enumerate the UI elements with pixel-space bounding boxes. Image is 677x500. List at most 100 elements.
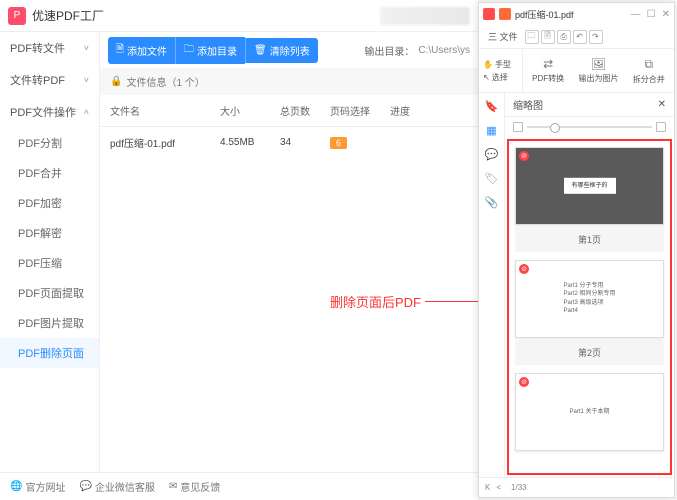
- chevron-down-icon: ˅: [84, 43, 89, 53]
- sidebar-item-merge[interactable]: PDF合并: [0, 158, 99, 188]
- viewer-menubar: 三 文件 🗀 🗎 ⎙ ↶ ↷: [479, 25, 674, 49]
- undo-icon[interactable]: ↶: [573, 30, 587, 44]
- sidebar-item-delete-page[interactable]: PDF删除页面: [0, 338, 99, 368]
- tag-icon[interactable]: 🏷: [485, 171, 499, 185]
- cell-filename: pdf压缩-01.pdf: [110, 135, 220, 150]
- thumbnail-page-2[interactable]: ⊘Part1 分子专用Part2 相同分割专用Part3 高级选项Part4 第…: [515, 260, 664, 365]
- output-dir-path[interactable]: C:\Users\ys: [418, 45, 470, 56]
- zoom-slider[interactable]: [527, 126, 652, 128]
- pdf-viewer-window: pdf压缩-01.pdf — ☐ ✕ 三 文件 🗀 🗎 ⎙ ↶ ↷ ✋手型 ↖选…: [478, 2, 675, 498]
- col-progress: 进度: [390, 103, 430, 118]
- sidebar-item-decrypt[interactable]: PDF解密: [0, 218, 99, 248]
- delete-page-icon[interactable]: ⊘: [519, 264, 529, 274]
- thumbnails-icon[interactable]: ▦: [485, 123, 499, 137]
- folder-plus-icon: 🗀: [184, 42, 194, 59]
- cell-page-select[interactable]: 6: [330, 137, 390, 149]
- thumbnail-panel: 缩略图 ✕ ⊘有哪些框子的 第1页 ⊘Part1 分子专用Part2 相同分割专…: [505, 93, 674, 477]
- hand-tool-button[interactable]: ✋手型: [483, 59, 518, 70]
- viewer-filename: pdf压缩-01.pdf: [515, 8, 574, 21]
- print-icon[interactable]: ⎙: [557, 30, 571, 44]
- thumbnail-panel-title: 缩略图: [513, 97, 543, 112]
- add-dir-button[interactable]: 🗀添加目录: [175, 37, 245, 64]
- thumbnail-label: 第2页: [515, 340, 664, 365]
- prev-page-icon[interactable]: K: [485, 483, 490, 492]
- footer-site-link[interactable]: 🌐 官方网址: [10, 479, 65, 494]
- table-row[interactable]: pdf压缩-01.pdf 4.55MB 34 6: [100, 127, 478, 158]
- pdf-file-icon: [499, 8, 511, 20]
- convert-icon: ⇄: [543, 57, 553, 71]
- col-size: 大小: [220, 103, 280, 118]
- pdf-convert-button[interactable]: ⇄PDF转换: [523, 49, 573, 92]
- add-file-button[interactable]: 🗎添加文件: [108, 37, 175, 64]
- close-icon[interactable]: ✕: [662, 9, 670, 20]
- main-panel: 🗎添加文件 🗀添加目录 🗑清除列表 输出目录： C:\Users\ys 🔒 文件…: [100, 32, 478, 472]
- footer-feedback-link[interactable]: ✉ 意见反馈: [169, 479, 220, 494]
- sidebar-group-file-to-pdf[interactable]: 文件转PDF˅: [0, 64, 99, 96]
- lock-icon: 🔒: [110, 76, 122, 87]
- trash-icon: 🗑: [254, 45, 267, 56]
- split-merge-button[interactable]: ⧉拆分合并: [624, 49, 674, 92]
- chevron-down-icon: ˅: [84, 75, 89, 85]
- col-pages: 总页数: [280, 103, 330, 118]
- sidebar-group-pdf-to-file[interactable]: PDF转文件˅: [0, 32, 99, 64]
- table-header: 文件名 大小 总页数 页码选择 进度: [100, 95, 478, 127]
- right-titlebar: pdf压缩-01.pdf — ☐ ✕: [479, 3, 674, 25]
- file-plus-icon: 🗎: [116, 42, 124, 59]
- clear-list-button[interactable]: 🗑清除列表: [245, 38, 318, 63]
- split-icon: ⧉: [645, 57, 654, 72]
- attachment-icon[interactable]: 📎: [485, 195, 499, 209]
- col-page-select: 页码选择: [330, 103, 390, 118]
- comment-icon[interactable]: 💬: [485, 147, 499, 161]
- sidebar-item-encrypt[interactable]: PDF加密: [0, 188, 99, 218]
- chevron-up-icon: ˄: [84, 107, 89, 117]
- delete-page-icon[interactable]: ⊘: [519, 151, 529, 161]
- col-filename: 文件名: [110, 103, 220, 118]
- zoom-large-icon[interactable]: [656, 122, 666, 132]
- hand-icon: ✋: [483, 60, 493, 69]
- left-footer: 🌐 官方网址 💬 企业微信客服 ✉ 意见反馈: [0, 472, 478, 500]
- minimize-icon[interactable]: —: [631, 9, 641, 20]
- output-dir-label: 输出目录：: [364, 43, 414, 58]
- thumbnail-page-3[interactable]: ⊘Part1 关于本期: [515, 373, 664, 451]
- save-icon[interactable]: 🗎: [541, 30, 555, 44]
- bookmark-icon[interactable]: 🔖: [485, 99, 499, 113]
- footer-wechat-link[interactable]: 💬 企业微信客服: [79, 479, 154, 494]
- titlebar-blur: [380, 7, 470, 25]
- app-title: 优速PDF工厂: [32, 7, 104, 24]
- open-icon[interactable]: 🗀: [525, 30, 539, 44]
- app-logo-icon: P: [8, 7, 26, 25]
- page-indicator[interactable]: 1/33: [511, 483, 527, 492]
- left-titlebar: P 优速PDF工厂: [0, 0, 478, 32]
- sidebar-item-split[interactable]: PDF分割: [0, 128, 99, 158]
- toolbar: 🗎添加文件 🗀添加目录 🗑清除列表 输出目录： C:\Users\ys: [100, 32, 478, 68]
- sidebar-group-pdf-ops[interactable]: PDF文件操作˄: [0, 96, 99, 128]
- prev-icon[interactable]: <: [496, 483, 501, 492]
- sidebar-item-extract-image[interactable]: PDF图片提取: [0, 308, 99, 338]
- thumbnail-label: 第1页: [515, 227, 664, 252]
- viewer-toolbar: ✋手型 ↖选择 ⇄PDF转换 🖼输出为图片 ⧉拆分合并: [479, 49, 674, 93]
- sidebar: PDF转文件˅ 文件转PDF˅ PDF文件操作˄ PDF分割 PDF合并 PDF…: [0, 32, 100, 472]
- file-menu-button[interactable]: 三 文件: [483, 28, 523, 45]
- zoom-small-icon[interactable]: [513, 122, 523, 132]
- delete-page-icon[interactable]: ⊘: [519, 377, 529, 387]
- file-info-bar: 🔒 文件信息（1 个）: [100, 68, 478, 95]
- cell-pages: 34: [280, 137, 330, 148]
- close-panel-icon[interactable]: ✕: [658, 99, 666, 110]
- maximize-icon[interactable]: ☐: [647, 9, 656, 20]
- pdf-factory-window: P 优速PDF工厂 PDF转文件˅ 文件转PDF˅ PDF文件操作˄ PDF分割…: [0, 0, 478, 500]
- image-icon: 🖼: [591, 57, 606, 71]
- wps-icon: [483, 8, 495, 20]
- select-tool-button[interactable]: ↖选择: [483, 72, 518, 83]
- export-image-button[interactable]: 🖼输出为图片: [573, 49, 623, 92]
- cursor-icon: ↖: [483, 73, 490, 82]
- thumbnail-zoom: [505, 117, 674, 137]
- thumbnail-list[interactable]: ⊘有哪些框子的 第1页 ⊘Part1 分子专用Part2 相同分割专用Part3…: [507, 139, 672, 475]
- redo-icon[interactable]: ↷: [589, 30, 603, 44]
- annotation-label: 删除页面后PDF: [330, 292, 495, 311]
- sidebar-item-extract-page[interactable]: PDF页面提取: [0, 278, 99, 308]
- viewer-statusbar: K < 1/33: [479, 477, 674, 497]
- thumbnail-page-1[interactable]: ⊘有哪些框子的 第1页: [515, 147, 664, 252]
- sidebar-item-compress[interactable]: PDF压缩: [0, 248, 99, 278]
- file-info-label: 文件信息（1 个）: [126, 74, 204, 89]
- cell-size: 4.55MB: [220, 137, 280, 148]
